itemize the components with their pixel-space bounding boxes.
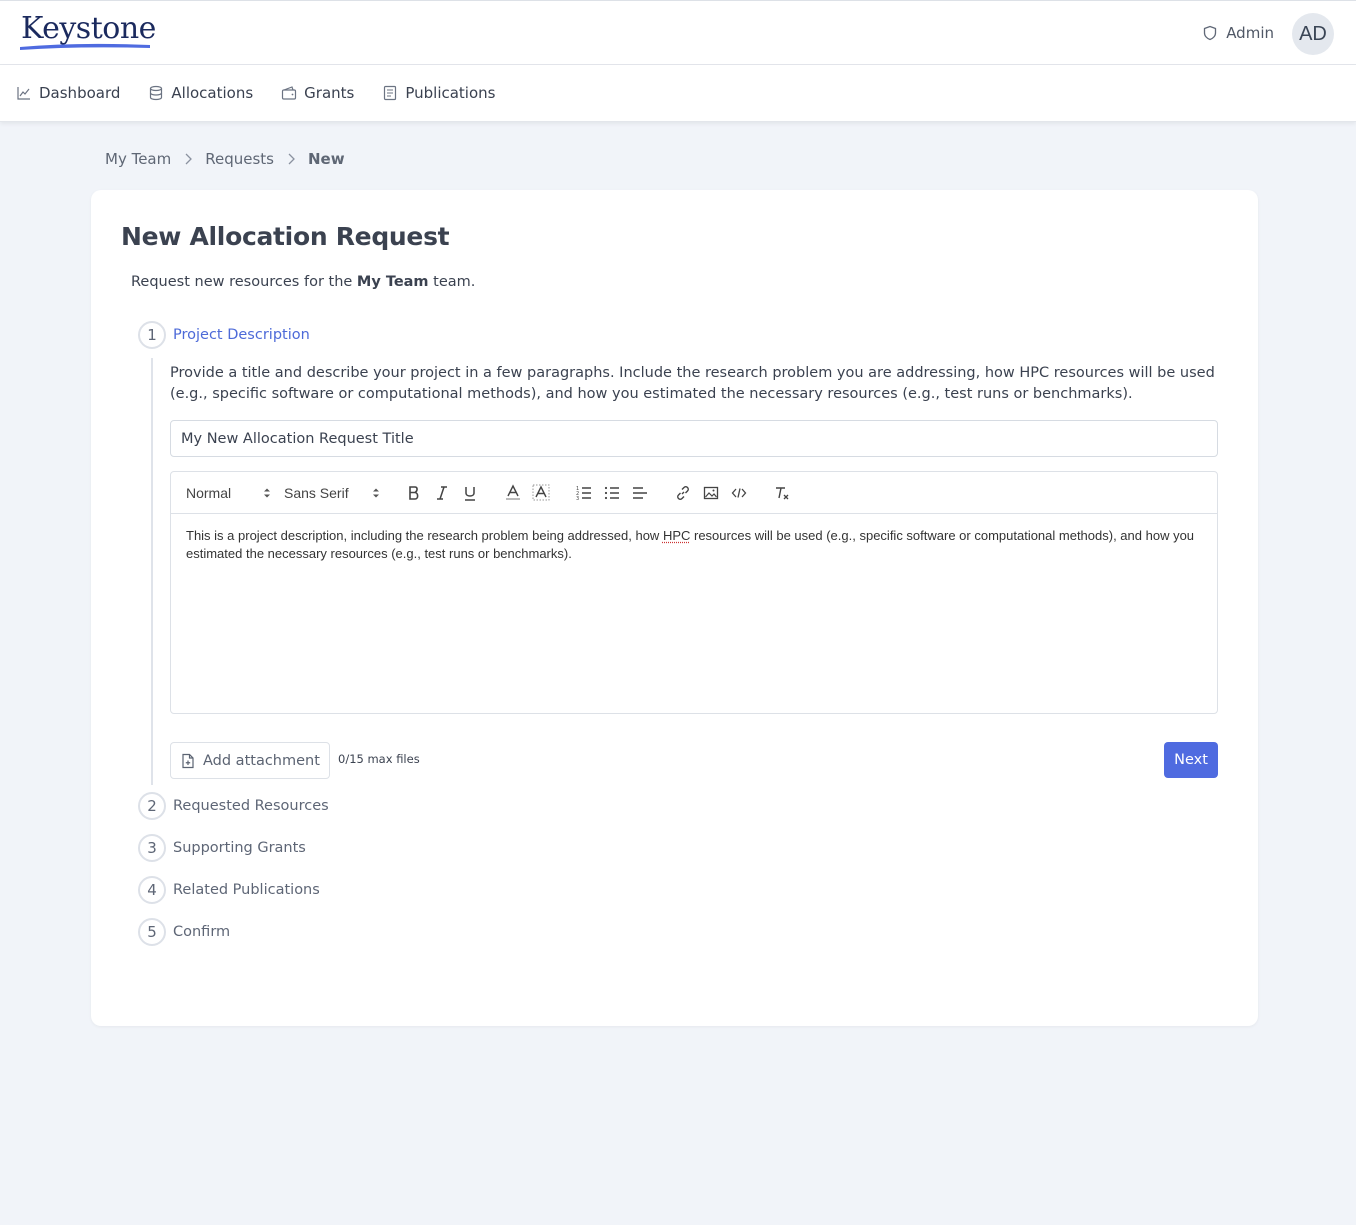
nav-item-allocations[interactable]: Allocations: [148, 84, 253, 102]
page-subtitle: Request new resources for the My Team te…: [131, 274, 475, 290]
format-select[interactable]: Normal: [186, 485, 231, 501]
bullet-list-icon[interactable]: [603, 484, 621, 502]
step-connector: [151, 358, 153, 785]
document-icon: [384, 85, 397, 101]
nav-item-grants[interactable]: Grants: [281, 84, 354, 102]
subtitle-team-name: My Team: [356, 274, 429, 290]
chart-line-icon: [17, 87, 30, 100]
main-nav: Dashboard Allocations Grants Publication…: [0, 65, 1356, 122]
align-icon[interactable]: [631, 484, 649, 502]
step-1-label[interactable]: Project Description: [173, 327, 310, 343]
breadcrumb-current: New: [307, 150, 345, 168]
code-icon[interactable]: [730, 484, 748, 502]
request-card: New Allocation Request Request new resou…: [91, 190, 1258, 1026]
wallet-icon: [282, 86, 297, 100]
page-title: New Allocation Request: [121, 222, 450, 251]
nav-item-publications[interactable]: Publications: [382, 84, 495, 102]
breadcrumb-my-team[interactable]: My Team: [105, 150, 171, 168]
avatar[interactable]: AD: [1292, 13, 1334, 55]
clear-format-icon[interactable]: [773, 484, 791, 502]
svg-text:3: 3: [576, 496, 579, 501]
nav-item-dashboard[interactable]: Dashboard: [16, 84, 120, 102]
select-arrows-icon: [373, 488, 379, 498]
ordered-list-icon[interactable]: 123: [575, 484, 593, 502]
nav-label: Allocations: [171, 84, 254, 102]
file-plus-icon: [182, 753, 194, 768]
link-icon[interactable]: [674, 484, 692, 502]
step-1-number[interactable]: 1: [138, 321, 166, 349]
nav-label: Dashboard: [39, 84, 121, 102]
step-2-number[interactable]: 2: [138, 792, 166, 820]
bold-icon[interactable]: [405, 484, 423, 502]
shield-icon: [1204, 25, 1217, 41]
rich-text-editor: Normal Sans Serif 123 This is a project …: [170, 471, 1218, 714]
request-title-input[interactable]: [170, 420, 1218, 457]
chevron-right-icon: [288, 153, 295, 165]
step-3-label[interactable]: Supporting Grants: [173, 840, 306, 856]
admin-link[interactable]: Admin: [1202, 24, 1274, 42]
italic-icon[interactable]: [433, 484, 451, 502]
keystone-logo[interactable]: Keystone: [18, 11, 156, 51]
chevron-right-icon: [185, 153, 193, 165]
subtitle-suffix: team.: [428, 274, 476, 290]
step-description: Provide a title and describe your projec…: [170, 365, 1215, 402]
editor-text: This is a project description, including…: [186, 528, 663, 543]
editor-toolbar: Normal Sans Serif 123: [171, 472, 1217, 514]
text-color-icon[interactable]: [504, 484, 522, 502]
top-bar: Keystone Admin AD: [0, 0, 1356, 65]
select-arrows-icon: [264, 488, 270, 498]
editor-text-misspelled: HPC: [662, 528, 691, 543]
underline-icon[interactable]: [461, 484, 479, 502]
subtitle-prefix: Request new resources for the: [131, 274, 357, 290]
image-icon[interactable]: [702, 484, 720, 502]
font-select[interactable]: Sans Serif: [284, 485, 349, 501]
database-icon: [150, 85, 163, 101]
step-2-label[interactable]: Requested Resources: [173, 798, 329, 814]
breadcrumb-requests[interactable]: Requests: [205, 150, 274, 168]
step-4-label[interactable]: Related Publications: [173, 882, 320, 898]
add-attachment-label: Add attachment: [203, 752, 320, 769]
max-files-counter: 0/15 max files: [338, 752, 420, 766]
step-5-number[interactable]: 5: [138, 918, 166, 946]
step-5-label[interactable]: Confirm: [173, 924, 230, 940]
step-3-number[interactable]: 3: [138, 834, 166, 862]
step-4-number[interactable]: 4: [138, 876, 166, 904]
nav-label: Publications: [405, 84, 496, 102]
admin-label: Admin: [1226, 24, 1274, 42]
background-color-icon[interactable]: [532, 484, 550, 502]
nav-label: Grants: [304, 84, 355, 102]
next-button[interactable]: Next: [1164, 742, 1218, 778]
editor-content[interactable]: This is a project description, including…: [186, 527, 1204, 563]
breadcrumb: My Team Requests New: [105, 150, 345, 168]
logo-swoosh-icon: [20, 43, 150, 50]
add-attachment-button[interactable]: Add attachment: [170, 742, 330, 779]
